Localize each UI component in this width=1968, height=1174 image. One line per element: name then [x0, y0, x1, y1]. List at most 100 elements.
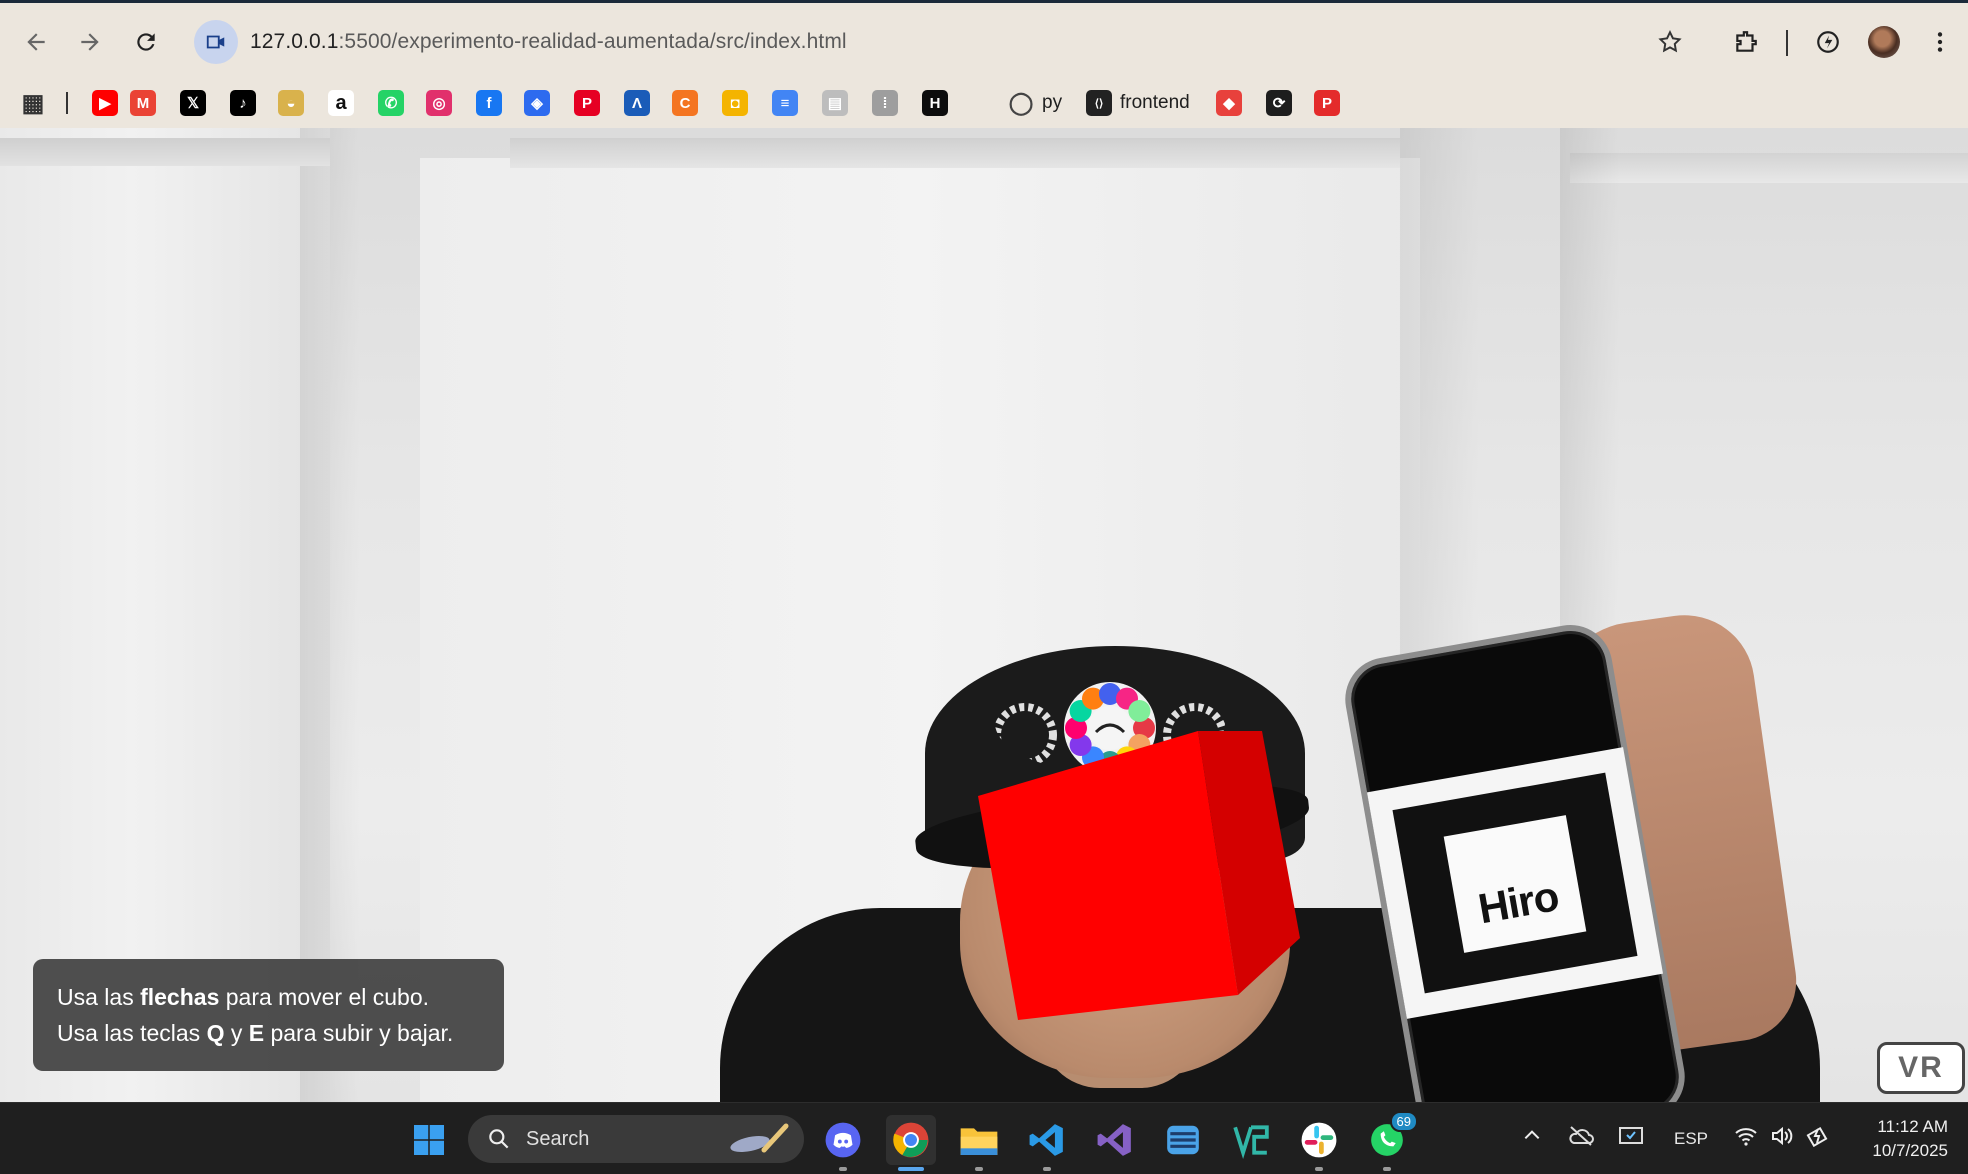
taskbar-search[interactable]: Search [468, 1115, 804, 1163]
battery-tray[interactable] [1806, 1125, 1832, 1153]
slack-icon [1301, 1122, 1337, 1158]
bookmark-food[interactable]: ◒ [278, 88, 304, 118]
onedrive-tray[interactable] [1568, 1125, 1594, 1153]
toolbar-right [0, 20, 1968, 64]
instructions-line-2: Usa las teclas Q y E para subir y bajar. [57, 1015, 480, 1051]
taskbar-visual-studio[interactable] [1090, 1115, 1140, 1165]
instagram-icon: ◎ [426, 90, 452, 116]
bookmark-ruby[interactable]: ◆ [1216, 88, 1242, 118]
github-icon: ◯ [1008, 90, 1034, 115]
hackerrank-icon: H [922, 90, 948, 116]
bookmark-youtube[interactable]: ▶ [92, 88, 118, 118]
search-highlight-icon [730, 1123, 789, 1153]
extensions-button[interactable] [1724, 20, 1768, 64]
bookmark-label: frontend [1120, 92, 1190, 113]
docs-icon: ≡ [772, 90, 798, 116]
x-icon: 𝕏 [180, 90, 206, 116]
running-indicator [839, 1167, 847, 1171]
bookmark-amazon[interactable]: a [328, 88, 354, 118]
folder-icon [960, 1128, 998, 1155]
taskbar-slack[interactable] [1294, 1115, 1344, 1171]
profile-avatar[interactable] [1868, 26, 1900, 58]
bookmark-hackerrank[interactable]: H [922, 88, 948, 118]
arc-icon: Λ [624, 90, 650, 116]
instruction-text: para mover el cubo. [219, 984, 430, 1010]
bookmark-classroom[interactable]: ◘ [722, 88, 748, 118]
bookmark-crunchyroll[interactable]: C [672, 88, 698, 118]
clock-date: 10/7/2025 [1872, 1141, 1948, 1160]
taskbar-discord[interactable] [818, 1115, 868, 1171]
taskbar-file-explorer[interactable] [954, 1115, 1004, 1171]
cloud-off-icon [1569, 1126, 1594, 1146]
wifi-tray[interactable] [1734, 1125, 1758, 1153]
pinterest-icon: P [574, 90, 600, 116]
bookmark-gmail[interactable]: M [130, 88, 156, 118]
discord-icon [825, 1122, 861, 1158]
instruction-key-arrows: flechas [140, 984, 220, 1010]
running-indicator [975, 1167, 983, 1171]
notification-badge: 69 [1389, 1111, 1418, 1132]
volume-tray[interactable] [1770, 1125, 1794, 1153]
taskbar-vscode[interactable] [1022, 1115, 1072, 1171]
vr-button[interactable]: VR [1877, 1042, 1965, 1094]
bookmark-label: py [1042, 92, 1063, 113]
start-button[interactable] [404, 1115, 454, 1165]
battery-charging-icon [1806, 1126, 1828, 1148]
vs-app-icon [1233, 1125, 1269, 1159]
instruction-key-e: E [248, 1020, 265, 1046]
bookmark-tiktok[interactable]: ♪ [230, 88, 256, 118]
blue-app-icon: ◈ [524, 90, 550, 116]
bookmark-arc[interactable]: Λ [624, 88, 650, 118]
cisco-icon: ⁞ [872, 90, 898, 116]
visual-studio-icon [1097, 1124, 1131, 1156]
bookmark-blue-app[interactable]: ◈ [524, 88, 550, 118]
bookmark-cisco[interactable]: ⁞ [872, 88, 898, 118]
performance-button[interactable] [1806, 20, 1850, 64]
bookmark-star-button[interactable] [1648, 20, 1692, 64]
amazon-icon: a [328, 90, 354, 116]
active-indicator [898, 1167, 924, 1171]
running-indicator [1043, 1167, 1051, 1171]
speaker-icon [1772, 1126, 1793, 1146]
gmail-icon: M [130, 90, 156, 116]
instruction-text: y [224, 1020, 249, 1046]
bookmark-whatsapp[interactable]: ✆ [378, 88, 404, 118]
bookmark-dark-app[interactable]: ⟳ [1266, 88, 1292, 118]
toolbar-divider [1786, 30, 1788, 56]
show-hidden-icons-button[interactable] [1522, 1125, 1542, 1151]
instruction-text: para subir y bajar. [264, 1020, 454, 1046]
bookmark-instagram[interactable]: ◎ [426, 88, 452, 118]
bookmark-frontend[interactable]: ⟨⟩ frontend [1086, 88, 1190, 118]
taskbar-clock[interactable]: 11:12 AM 10/7/2025 [1872, 1115, 1948, 1163]
input-language[interactable]: ESP [1674, 1129, 1708, 1149]
instructions-panel: Usa las flechas para mover el cubo. Usa … [33, 959, 504, 1071]
running-indicator [1315, 1167, 1323, 1171]
apps-grid-icon: ▦ [21, 89, 45, 117]
menu-button[interactable] [1918, 20, 1962, 64]
taskbar-whatsapp[interactable]: 69 [1362, 1111, 1418, 1171]
crunchyroll-icon: C [672, 90, 698, 116]
taskbar-dbeaver[interactable] [1158, 1115, 1208, 1165]
chevron-up-icon [1524, 1130, 1540, 1140]
puzzle-icon [1736, 31, 1757, 52]
search-label: Search [526, 1127, 590, 1150]
bookmark-docs[interactable]: ≡ [772, 88, 798, 118]
bookmark-pinterest[interactable]: P [574, 88, 600, 118]
windows-taskbar: Search 69 ESP 11:12 AM 10/7/2025 [0, 1102, 1968, 1174]
bookmark-x[interactable]: 𝕏 [180, 88, 206, 118]
taskbar-vs-app[interactable] [1226, 1115, 1276, 1165]
screen-capture-tray[interactable] [1618, 1125, 1644, 1153]
chrome-icon [893, 1122, 929, 1158]
ar-camera-view: Hiro [0, 128, 1968, 1102]
kebab-menu-icon [1937, 32, 1943, 52]
food-icon: ◒ [278, 90, 304, 116]
windows-logo-icon [414, 1125, 444, 1155]
taskbar-chrome[interactable] [886, 1115, 936, 1171]
bookmark-facebook[interactable]: f [476, 88, 502, 118]
star-icon [1658, 30, 1682, 53]
running-indicator [1383, 1167, 1391, 1171]
bookmark-p[interactable]: P [1314, 88, 1340, 118]
bookmark-paper[interactable]: ▤ [822, 88, 848, 118]
bookmark-github[interactable]: ◯ py [1008, 88, 1062, 118]
bookmark-apps-grid[interactable]: ▦ [20, 88, 46, 118]
